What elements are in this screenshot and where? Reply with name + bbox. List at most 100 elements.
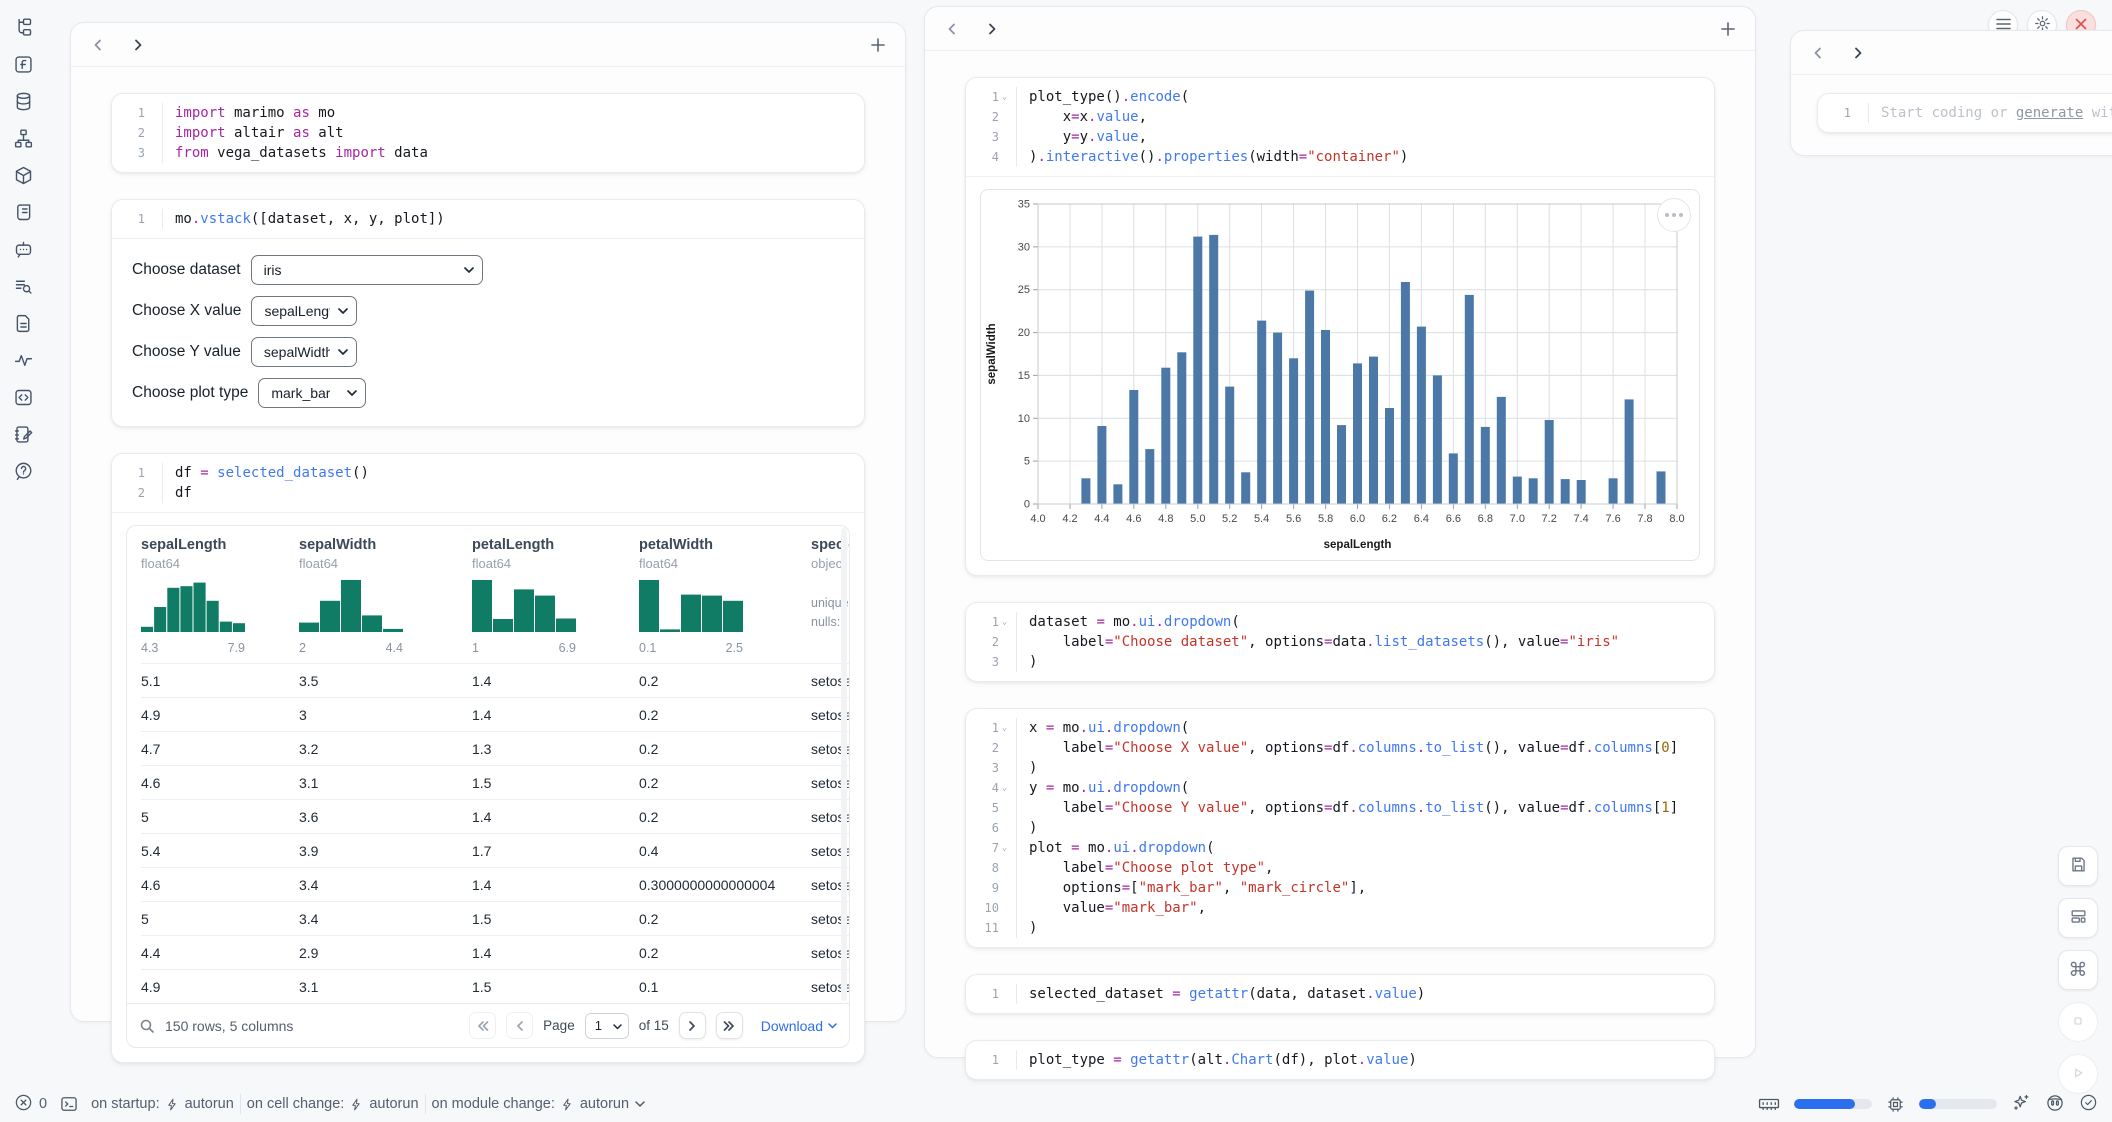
cell-xy-plot-dropdowns: 1⌄x = mo.ui.dropdown(2 label="Choose X v… bbox=[965, 708, 1715, 948]
fold-chevron-icon: ⌄ bbox=[999, 778, 1010, 798]
code-content: import marimo as mo bbox=[162, 103, 335, 123]
column-header-petalLength[interactable]: petalLengthfloat6416.9 bbox=[472, 536, 639, 663]
code-content: options=["mark_bar", "mark_circle"], bbox=[1016, 878, 1366, 898]
code-content: value="mark_bar", bbox=[1016, 898, 1206, 918]
table-summary: 150 rows, 5 columns bbox=[165, 1018, 293, 1034]
copilot-button[interactable] bbox=[2045, 1093, 2065, 1116]
code-line: 2 label="Choose X value", options=df.col… bbox=[972, 738, 1700, 758]
terminal-icon[interactable] bbox=[59, 1094, 79, 1114]
column-next-button[interactable] bbox=[127, 34, 149, 56]
page-select[interactable]: 1 bbox=[585, 1013, 629, 1039]
column-name: petalLength bbox=[472, 536, 625, 555]
sidebar-scratchpad-icon[interactable] bbox=[12, 423, 35, 446]
save-icon bbox=[2069, 855, 2088, 877]
sidebar-file-tree-icon[interactable] bbox=[12, 16, 35, 39]
last-page-button[interactable] bbox=[716, 1012, 743, 1039]
sidebar-outline-search-icon[interactable] bbox=[12, 275, 35, 298]
column-next-button[interactable] bbox=[981, 18, 1003, 40]
svg-text:7.6: 7.6 bbox=[1605, 513, 1620, 525]
choose-x-value-select[interactable]: sepalLength bbox=[251, 296, 357, 326]
command-icon: ⌘ bbox=[2069, 959, 2088, 981]
imports-code-editor[interactable]: 1import marimo as mo2import altair as al… bbox=[112, 94, 864, 172]
code-content: y = mo.ui.dropdown( bbox=[1016, 778, 1189, 798]
plot-type-code-editor[interactable]: 1plot_type = getattr(alt.Chart(df), plot… bbox=[966, 1041, 1714, 1079]
next-page-button[interactable] bbox=[679, 1012, 706, 1039]
save-button[interactable] bbox=[2058, 846, 2098, 886]
column-prev-button[interactable] bbox=[941, 18, 963, 40]
selected-dataset-code-editor[interactable]: 1selected_dataset = getattr(data, datase… bbox=[966, 975, 1714, 1013]
sidebar-functions-icon[interactable] bbox=[12, 53, 35, 76]
column-header-sepalWidth[interactable]: sepalWidthfloat6424.4 bbox=[299, 536, 472, 663]
column-histogram bbox=[472, 580, 576, 632]
column-header-petalWidth[interactable]: petalWidthfloat640.12.5 bbox=[639, 536, 811, 663]
dataframe-code-editor[interactable]: 1df = selected_dataset()2df bbox=[112, 454, 864, 512]
add-cell-button[interactable] bbox=[1717, 18, 1739, 40]
svg-text:35: 35 bbox=[1018, 199, 1030, 211]
chevron-down-icon bbox=[635, 1101, 645, 1108]
circle-x-icon bbox=[14, 1093, 33, 1116]
fold-chevron-icon: ⌄ bbox=[999, 718, 1010, 738]
choose-dataset-select[interactable]: iris bbox=[251, 255, 483, 285]
choose-dataset-label: Choose dataset bbox=[132, 261, 241, 279]
table-cell: 0.2 bbox=[639, 800, 811, 833]
floating-actions: ⌘ bbox=[2058, 846, 2098, 1094]
status-bar: 0 on startup:autorun on cell change:autor… bbox=[0, 1086, 2112, 1122]
range-max: 6.9 bbox=[559, 641, 576, 655]
table-scroll-area[interactable]: sepalLengthfloat644.37.9sepalWidthfloat6… bbox=[127, 526, 849, 1003]
xy-plot-code-editor[interactable]: 1⌄x = mo.ui.dropdown(2 label="Choose X v… bbox=[966, 709, 1714, 947]
sidebar-logs-icon[interactable] bbox=[12, 201, 35, 224]
page-label: Page bbox=[543, 1018, 575, 1033]
table-scrollbar[interactable] bbox=[841, 528, 847, 1001]
code-content: plot_type = getattr(alt.Chart(df), plot.… bbox=[1016, 1050, 1417, 1070]
chart-menu-button[interactable] bbox=[1657, 198, 1691, 232]
autorun-chip[interactable]: on cell change:autorun bbox=[247, 1096, 419, 1112]
table-cell: 1.7 bbox=[472, 834, 639, 867]
ai-sparkle-button[interactable] bbox=[2011, 1093, 2031, 1116]
control-row: Choose Y valuesepalWidth bbox=[132, 337, 844, 367]
sidebar-dependency-graph-icon[interactable] bbox=[12, 127, 35, 150]
altair-chart[interactable]: 4.04.24.44.64.85.05.25.45.65.86.06.26.46… bbox=[980, 189, 1700, 561]
column-name: sepalLength bbox=[141, 536, 285, 555]
cell-plot-type: 1plot_type = getattr(alt.Chart(df), plot… bbox=[965, 1040, 1715, 1080]
connection-status-button[interactable] bbox=[2079, 1093, 2098, 1115]
sidebar-snippets-icon[interactable] bbox=[12, 386, 35, 409]
table-row: 5.13.51.40.2setosa bbox=[141, 663, 849, 697]
svg-text:4.0: 4.0 bbox=[1030, 513, 1045, 525]
table-search-icon[interactable] bbox=[139, 1018, 155, 1034]
layout-button[interactable] bbox=[2058, 898, 2098, 938]
table-cell: 3.6 bbox=[299, 800, 472, 833]
errors-indicator[interactable]: 0 bbox=[14, 1093, 47, 1116]
autorun-chip[interactable]: on module change:autorun bbox=[432, 1096, 646, 1112]
download-button[interactable]: Download bbox=[761, 1018, 837, 1034]
column-prev-button[interactable] bbox=[87, 34, 109, 56]
prev-page-button[interactable] bbox=[506, 1012, 533, 1039]
column-prev-button[interactable] bbox=[1807, 42, 1829, 64]
choose-y-value-select[interactable]: sepalWidth bbox=[251, 337, 357, 367]
check-circle-icon bbox=[2079, 1093, 2098, 1115]
column-range: 16.9 bbox=[472, 641, 576, 655]
svg-text:7.4: 7.4 bbox=[1573, 513, 1588, 525]
code-content: plot = mo.ui.dropdown( bbox=[1016, 838, 1215, 858]
keyboard-shortcuts-button[interactable]: ⌘ bbox=[2058, 950, 2098, 990]
plot-code-editor[interactable]: 1⌄plot_type().encode(2 x=x.value,3 y=y.v… bbox=[966, 78, 1714, 176]
range-min: 4.3 bbox=[141, 641, 158, 655]
sidebar-tracing-icon[interactable] bbox=[12, 349, 35, 372]
sidebar-packages-icon[interactable] bbox=[12, 164, 35, 187]
stop-button[interactable] bbox=[2058, 1002, 2098, 1042]
choose-plot-type-select[interactable]: mark_bar bbox=[258, 378, 366, 408]
sidebar-ai-chat-icon[interactable] bbox=[12, 238, 35, 261]
dataset-code-editor[interactable]: 1⌄dataset = mo.ui.dropdown(2 label="Choo… bbox=[966, 603, 1714, 681]
column-next-button[interactable] bbox=[1847, 42, 1869, 64]
sidebar-help-icon[interactable] bbox=[12, 460, 35, 483]
code-line: 2 label="Choose dataset", options=data.l… bbox=[972, 632, 1700, 652]
column-header-sepalLength[interactable]: sepalLengthfloat644.37.9 bbox=[141, 536, 299, 663]
sidebar-documentation-icon[interactable] bbox=[12, 312, 35, 335]
dataframe-table: sepalLengthfloat644.37.9sepalWidthfloat6… bbox=[126, 525, 850, 1048]
sidebar-datasources-icon[interactable] bbox=[12, 90, 35, 113]
svg-text:25: 25 bbox=[1018, 284, 1030, 296]
autorun-chip[interactable]: on startup:autorun bbox=[91, 1096, 234, 1112]
empty-code-editor[interactable]: 1Start coding or generate with AI bbox=[1818, 94, 2112, 132]
vstack-code-editor[interactable]: 1mo.vstack([dataset, x, y, plot]) bbox=[112, 200, 864, 238]
add-cell-button[interactable] bbox=[867, 34, 889, 56]
first-page-button[interactable] bbox=[469, 1012, 496, 1039]
